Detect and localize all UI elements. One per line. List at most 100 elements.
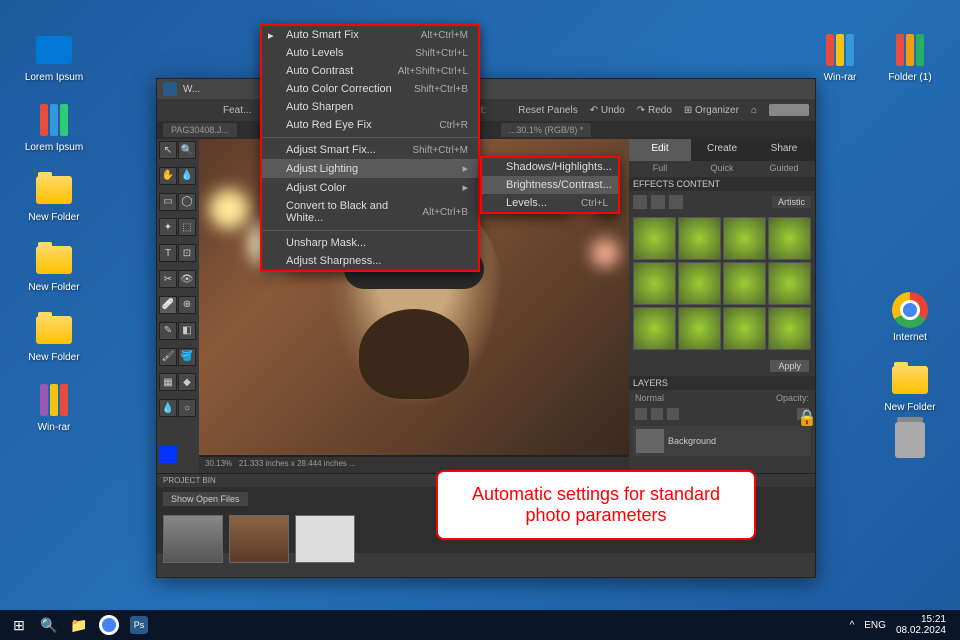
effect-thumb[interactable] — [678, 217, 721, 260]
bucket-tool[interactable]: 🪣 — [178, 348, 196, 366]
effect-thumb[interactable] — [633, 262, 676, 305]
submenu-shadows-highlights[interactable]: Shadows/Highlights... — [482, 158, 618, 176]
undo-button[interactable]: ↶ Undo — [590, 105, 625, 116]
menu-adjust-color[interactable]: Adjust Color▸ — [262, 178, 478, 197]
layer-fx-icon[interactable] — [651, 408, 663, 420]
menu-adjust-lighting[interactable]: Adjust Lighting▸ — [262, 159, 478, 178]
desktop-icon-trash[interactable] — [880, 420, 940, 462]
pencil-tool[interactable]: ✎ — [159, 322, 177, 340]
effect-thumb[interactable] — [723, 217, 766, 260]
explorer-button[interactable]: 📁 — [64, 612, 94, 638]
desktop-icon-monitor[interactable]: Lorem Ipsum — [24, 30, 84, 83]
subtab-quick[interactable]: Quick — [691, 161, 753, 177]
gradient-tool[interactable]: ▦ — [159, 373, 177, 391]
eyedropper-tool[interactable]: 💧 — [178, 167, 196, 185]
desktop-icon-folder[interactable]: New Folder — [880, 360, 940, 413]
tab-share[interactable]: Share — [753, 139, 815, 161]
layer-link-icon[interactable] — [635, 408, 647, 420]
clock[interactable]: 15:21 08.02.2024 — [896, 614, 946, 636]
menu-adjust-smartfix[interactable]: Adjust Smart Fix...Shift+Ctrl+M — [262, 141, 478, 159]
redeye-tool[interactable]: 👁 — [178, 270, 196, 288]
effect-thumb[interactable] — [768, 262, 811, 305]
move-tool[interactable]: ↖ — [159, 141, 177, 159]
effect-thumb[interactable] — [633, 217, 676, 260]
effect-thumb[interactable] — [768, 307, 811, 350]
wand-tool[interactable]: ✦ — [159, 218, 177, 236]
menu-auto-levels[interactable]: Auto LevelsShift+Ctrl+L — [262, 44, 478, 62]
layer-mask-icon[interactable] — [667, 408, 679, 420]
lasso-tool[interactable]: ◯ — [178, 193, 196, 211]
desktop-icon-binder[interactable]: Folder (1) — [880, 30, 940, 83]
desktop-icon-folder[interactable]: New Folder — [24, 310, 84, 363]
desktop-icon-chrome[interactable]: Internet — [880, 290, 940, 343]
effect-thumb[interactable] — [768, 217, 811, 260]
menu-convert-bw[interactable]: Convert to Black and White...Alt+Ctrl+B — [262, 197, 478, 227]
desktop-icon-binder[interactable]: Lorem Ipsum — [24, 100, 84, 153]
eraser-tool[interactable]: ◧ — [178, 322, 196, 340]
menu-auto-contrast[interactable]: Auto ContrastAlt+Shift+Ctrl+L — [262, 62, 478, 80]
bin-thumb[interactable] — [163, 515, 223, 563]
blend-mode-dropdown[interactable]: Normal — [635, 393, 664, 403]
bin-thumb[interactable] — [295, 515, 355, 563]
effect-thumb[interactable] — [678, 262, 721, 305]
desktop-icon-winrar[interactable]: Win-rar — [810, 30, 870, 83]
submenu-levels[interactable]: Levels...Ctrl+L — [482, 194, 618, 212]
language-indicator[interactable]: ENG — [864, 620, 886, 631]
desktop-icon-folder[interactable]: New Folder — [24, 170, 84, 223]
tab-edit[interactable]: Edit — [629, 139, 691, 161]
menu-auto-smart-fix[interactable]: ▸ Auto Smart FixAlt+Ctrl+M — [262, 26, 478, 44]
submenu-brightness-contrast[interactable]: Brightness/Contrast... — [482, 176, 618, 194]
shape-tool[interactable]: ◆ — [178, 373, 196, 391]
zoom-tool[interactable]: 🔍 — [178, 141, 196, 159]
subtab-full[interactable]: Full — [629, 161, 691, 177]
subtab-guided[interactable]: Guided — [753, 161, 815, 177]
desktop-icon-folder[interactable]: New Folder — [24, 240, 84, 293]
menu-auto-color[interactable]: Auto Color CorrectionShift+Ctrl+B — [262, 80, 478, 98]
foreground-color[interactable] — [159, 445, 177, 463]
effect-thumb[interactable] — [723, 307, 766, 350]
apply-button[interactable]: Apply — [770, 360, 809, 372]
layer-lock-icon[interactable]: 🔒 — [797, 408, 809, 420]
home-icon[interactable]: ⌂ — [751, 105, 757, 116]
menubar-item[interactable]: Feat... — [223, 105, 251, 116]
menu-auto-sharpen[interactable]: Auto Sharpen — [262, 98, 478, 116]
blur-tool[interactable]: 💧 — [159, 399, 177, 417]
document-tab[interactable]: ...30.1% (RGB/8) * — [501, 123, 592, 137]
menu-auto-redeye[interactable]: Auto Red Eye FixCtrl+R — [262, 116, 478, 134]
effects-view-icon[interactable] — [669, 195, 683, 209]
chrome-button[interactable] — [94, 612, 124, 638]
search-field[interactable] — [769, 104, 809, 116]
document-tab[interactable]: PAG30408.J... — [163, 123, 237, 137]
type-tool[interactable]: T — [159, 244, 177, 262]
brush-tool[interactable]: 🖌 — [159, 348, 177, 366]
menu-adjust-sharpness[interactable]: Adjust Sharpness... — [262, 252, 478, 270]
effects-category-dropdown[interactable]: Artistic — [772, 196, 811, 208]
marquee-tool[interactable]: ▭ — [159, 193, 177, 211]
effects-view-icon[interactable] — [633, 195, 647, 209]
organizer-button[interactable]: ⊞ Organizer — [684, 105, 739, 116]
layer-row[interactable]: Background — [633, 426, 811, 456]
stamp-tool[interactable]: ⊕ — [178, 296, 196, 314]
tray-chevron-icon[interactable]: ^ — [850, 620, 855, 631]
select-tool[interactable]: ⬚ — [178, 218, 196, 236]
effect-thumb[interactable] — [633, 307, 676, 350]
reset-panels-button[interactable]: Reset Panels — [518, 105, 577, 116]
crop-tool[interactable]: ⊡ — [178, 244, 196, 262]
desktop-icon-winrar[interactable]: Win-rar — [24, 380, 84, 433]
photoshop-button[interactable]: Ps — [124, 612, 154, 638]
tab-create[interactable]: Create — [691, 139, 753, 161]
effects-view-icon[interactable] — [651, 195, 665, 209]
cookie-tool[interactable]: ✂ — [159, 270, 177, 288]
menu-unsharp-mask[interactable]: Unsharp Mask... — [262, 234, 478, 252]
window-titlebar[interactable]: W... — [157, 79, 815, 99]
effect-thumb[interactable] — [678, 307, 721, 350]
effect-thumb[interactable] — [723, 262, 766, 305]
sponge-tool[interactable]: ○ — [178, 399, 196, 417]
bin-thumb[interactable] — [229, 515, 289, 563]
healing-tool[interactable]: 🩹 — [159, 296, 177, 314]
search-button[interactable]: 🔍 — [34, 612, 64, 638]
hand-tool[interactable]: ✋ — [159, 167, 177, 185]
redo-button[interactable]: ↷ Redo — [637, 105, 672, 116]
start-button[interactable]: ⊞ — [4, 612, 34, 638]
show-open-files-button[interactable]: Show Open Files — [163, 492, 248, 506]
